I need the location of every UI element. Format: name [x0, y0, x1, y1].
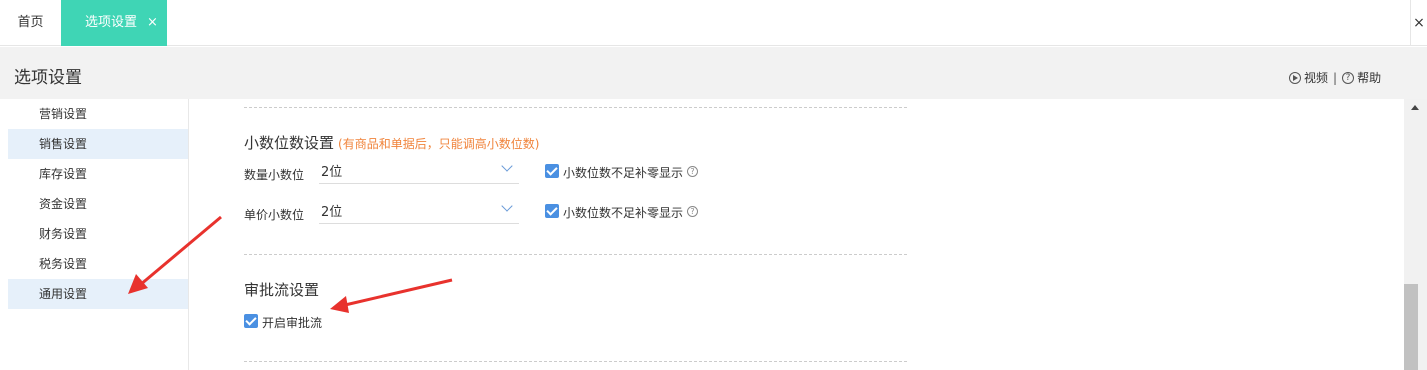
- arrow-to-general-settings: [128, 215, 222, 294]
- arrow-to-approval-checkbox: [330, 278, 453, 313]
- annotation-arrows: [128, 215, 453, 313]
